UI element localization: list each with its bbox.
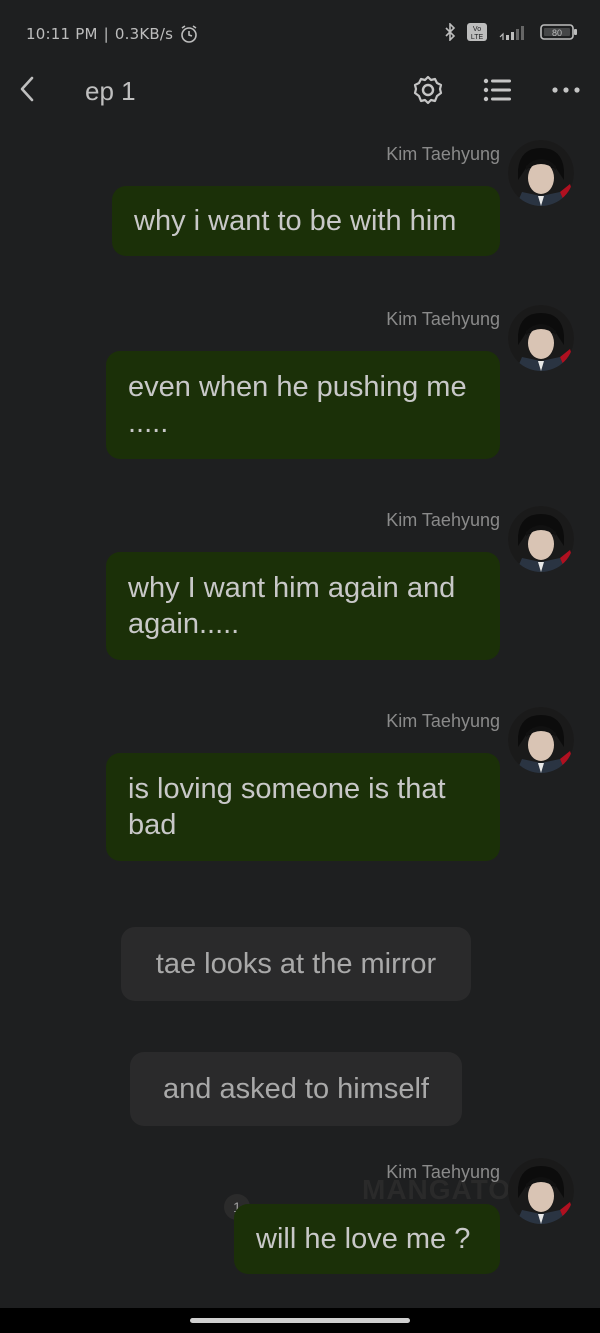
message-bubble[interactable]: will he love me ? (234, 1204, 500, 1274)
settings-button[interactable] (410, 72, 446, 108)
top-bar: ep 1 (0, 62, 600, 122)
avatar-image (508, 506, 574, 572)
battery-icon: 80 (540, 23, 578, 41)
volte-icon: Vo LTE (466, 22, 488, 42)
chat-message: Kim Taehyung why i want to be with him (0, 138, 600, 268)
alarm-icon (179, 24, 199, 44)
chat-title: ep 1 (85, 76, 136, 106)
svg-text:Vo: Vo (473, 26, 481, 33)
avatar[interactable] (508, 506, 574, 572)
status-bar: 10:11 PM | 0.3KB/s Vo LTE 80 (0, 0, 600, 70)
more-dots-icon (552, 87, 580, 93)
avatar[interactable] (508, 707, 574, 773)
status-network-speed: 0.3KB/s (114, 25, 174, 43)
svg-text:LTE: LTE (471, 34, 484, 41)
chat-message: MANGATO Kim Taehyung 1 will he love me ? (0, 1156, 600, 1286)
avatar-image (508, 140, 574, 206)
more-options-button[interactable] (548, 72, 584, 108)
status-separator: | (103, 25, 109, 43)
sender-name: Kim Taehyung (386, 309, 500, 329)
avatar-image (508, 1158, 574, 1224)
status-time: 10:11 PM (26, 25, 98, 43)
sender-name: Kim Taehyung (386, 510, 500, 530)
avatar[interactable] (508, 140, 574, 206)
sender-name: Kim Taehyung (386, 711, 500, 731)
home-indicator[interactable] (190, 1318, 410, 1323)
avatar-image (508, 305, 574, 371)
back-arrow-icon (20, 76, 34, 102)
status-right: Vo LTE 80 (444, 22, 578, 42)
narration-bubble[interactable]: and asked to himself (130, 1052, 462, 1126)
signal-icon (498, 23, 530, 41)
chat-message: Kim Taehyung even when he pushing me ...… (0, 303, 600, 463)
list-icon (483, 78, 511, 102)
gear-icon (413, 75, 443, 105)
back-button[interactable] (10, 72, 44, 106)
avatar-image (508, 707, 574, 773)
chat-message: Kim Taehyung is loving someone is that b… (0, 705, 600, 865)
message-bubble[interactable]: why I want him again and again..... (106, 552, 500, 660)
sender-name: Kim Taehyung (386, 1162, 500, 1182)
avatar[interactable] (508, 1158, 574, 1224)
message-bubble[interactable]: even when he pushing me ..... (106, 351, 500, 459)
chat-message: Kim Taehyung why I want him again and ag… (0, 504, 600, 664)
bluetooth-icon (444, 23, 456, 41)
navigation-bar (0, 1308, 600, 1333)
svg-text:80: 80 (552, 28, 562, 38)
status-left: 10:11 PM | 0.3KB/s (26, 24, 199, 44)
sender-name: Kim Taehyung (386, 144, 500, 164)
message-bubble[interactable]: is loving someone is that bad (106, 753, 500, 861)
narration-bubble[interactable]: tae looks at the mirror (121, 927, 471, 1001)
avatar[interactable] (508, 305, 574, 371)
episode-list-button[interactable] (480, 72, 516, 108)
message-bubble[interactable]: why i want to be with him (112, 186, 500, 256)
